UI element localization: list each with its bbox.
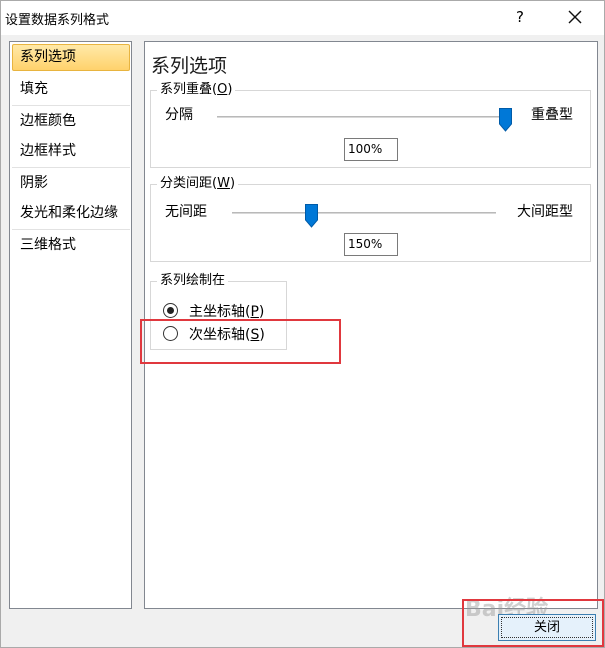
nav-item-border-style[interactable]: 边框样式: [12, 138, 130, 165]
radio-button[interactable]: [163, 303, 178, 318]
overlap-max-label: 重叠型: [531, 107, 573, 123]
gap-width-label: 分类间距(W): [157, 176, 239, 192]
category-list: 系列选项 填充 边框颜色 边框样式 阴影 发光和柔化边缘 三维格式: [9, 41, 132, 609]
radio-button[interactable]: [163, 326, 178, 341]
gap-min-label: 无间距: [165, 204, 207, 220]
format-data-series-dialog: 设置数据系列格式 ? 系列选项 填充 边框颜色 边框样式 阴影 发光和柔化边缘 …: [0, 0, 605, 648]
dialog-title: 设置数据系列格式: [5, 13, 110, 28]
nav-item-glow-soft-edges[interactable]: 发光和柔化边缘: [12, 200, 130, 227]
close-window-button[interactable]: [561, 5, 587, 29]
nav-item-series-options[interactable]: 系列选项: [12, 44, 130, 71]
nav-item-3d-format[interactable]: 三维格式: [12, 232, 130, 259]
overlap-slider-thumb[interactable]: [498, 108, 512, 132]
nav-separator: [12, 105, 130, 106]
nav-item-shadow[interactable]: 阴影: [12, 170, 130, 197]
radio-selected-dot: [167, 307, 174, 314]
help-button[interactable]: ?: [509, 5, 531, 29]
plot-series-on-group: 系列绘制在 主坐标轴(P) 次坐标轴(S): [150, 273, 287, 350]
close-button[interactable]: 关闭: [498, 614, 596, 641]
gap-slider-track[interactable]: [232, 212, 496, 214]
title-bar: 设置数据系列格式 ?: [1, 1, 604, 35]
close-icon: [568, 10, 582, 24]
gap-max-label: 大间距型: [517, 204, 573, 220]
gap-slider-thumb[interactable]: [304, 204, 318, 228]
options-panel: 系列选项 系列重叠(O) 分隔 重叠型 100% 分类间距(W) 无间距 大间距…: [144, 41, 598, 609]
page-title: 系列选项: [151, 55, 228, 77]
nav-separator: [12, 229, 130, 230]
series-overlap-group: 系列重叠(O) 分隔 重叠型 100%: [150, 82, 591, 168]
plot-series-on-label: 系列绘制在: [157, 273, 229, 289]
nav-separator: [12, 167, 130, 168]
overlap-slider-track[interactable]: [217, 116, 505, 118]
gap-value-input[interactable]: 150%: [344, 233, 398, 256]
gap-width-group: 分类间距(W) 无间距 大间距型 150%: [150, 176, 591, 262]
nav-item-border-color[interactable]: 边框颜色: [12, 108, 130, 135]
overlap-min-label: 分隔: [165, 107, 193, 123]
overlap-value-input[interactable]: 100%: [344, 138, 398, 161]
nav-item-fill[interactable]: 填充: [12, 76, 130, 103]
series-overlap-label: 系列重叠(O): [157, 82, 236, 98]
